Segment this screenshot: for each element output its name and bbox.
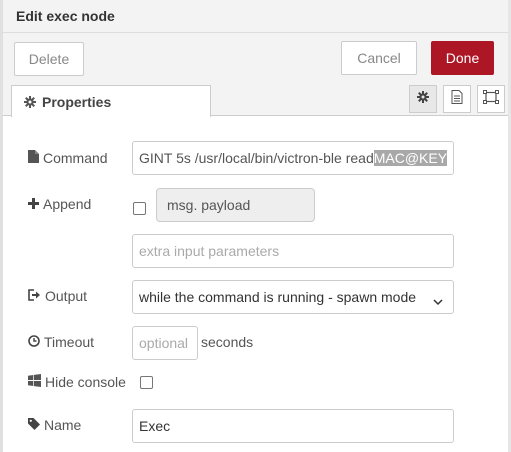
output-select[interactable]: while the command is running - spawn mod…: [132, 280, 454, 314]
cancel-button[interactable]: Cancel: [341, 41, 417, 75]
tab-properties-label: Properties: [42, 94, 112, 110]
tab-strip: Properties: [3, 80, 508, 117]
plus-icon: [28, 196, 39, 212]
command-input[interactable]: GINT 5s /usr/local/bin/victron-ble read …: [132, 141, 454, 175]
extra-parameters-input[interactable]: extra input parameters: [132, 234, 454, 268]
command-label-row: Command: [28, 150, 108, 166]
dialog-title: Edit exec node: [16, 8, 115, 24]
append-checkbox[interactable]: [133, 202, 146, 215]
tab-properties[interactable]: Properties: [11, 85, 211, 117]
tab-description-button[interactable]: [443, 85, 471, 113]
output-label: Output: [45, 288, 88, 304]
dialog-toolbar: Delete Cancel Done: [3, 33, 508, 80]
done-button[interactable]: Done: [431, 41, 494, 75]
document-icon: [451, 89, 463, 109]
timeout-label-row: Timeout: [28, 334, 94, 350]
timeout-label: Timeout: [44, 334, 95, 350]
name-label-row: Name: [28, 417, 81, 433]
name-input[interactable]: Exec: [132, 409, 454, 443]
timeout-unit: seconds: [201, 334, 254, 350]
extra-parameters-placeholder: extra input parameters: [139, 243, 280, 259]
command-label: Command: [43, 150, 108, 166]
dialog-title-bar: Edit exec node: [3, 0, 508, 33]
hide-console-checkbox[interactable]: [140, 376, 153, 389]
command-value-selection: MAC@KEY: [373, 150, 448, 166]
hide-console-label: Hide console: [45, 374, 126, 390]
cog-icon: [24, 95, 36, 113]
caret-down-icon: [433, 293, 443, 309]
file-icon: [28, 150, 39, 166]
append-label: Append: [43, 196, 92, 212]
clock-icon: [28, 334, 40, 350]
name-label: Name: [44, 417, 82, 433]
cog-icon: [417, 90, 429, 108]
windows-icon: [28, 374, 41, 390]
name-value: Exec: [139, 418, 171, 434]
tag-icon: [28, 417, 40, 433]
tab-appearance-button[interactable]: [477, 85, 505, 113]
append-payload-field: msg. payload: [156, 188, 315, 222]
sign-out-icon: [28, 288, 41, 304]
delete-button[interactable]: Delete: [14, 42, 84, 76]
properties-form: Command GINT 5s /usr/local/bin/victron-b…: [3, 117, 508, 452]
output-selected-value: while the command is running - spawn mod…: [139, 289, 417, 305]
frame-icon: [483, 89, 499, 109]
append-label-row: Append: [28, 196, 91, 212]
output-label-row: Output: [28, 288, 87, 304]
timeout-input[interactable]: optional: [132, 326, 198, 360]
hide-console-label-row: Hide console: [28, 374, 126, 390]
command-value-text: GINT 5s /usr/local/bin/victron-ble read: [139, 150, 374, 166]
tab-settings-button[interactable]: [409, 85, 437, 113]
timeout-placeholder: optional: [139, 335, 189, 351]
